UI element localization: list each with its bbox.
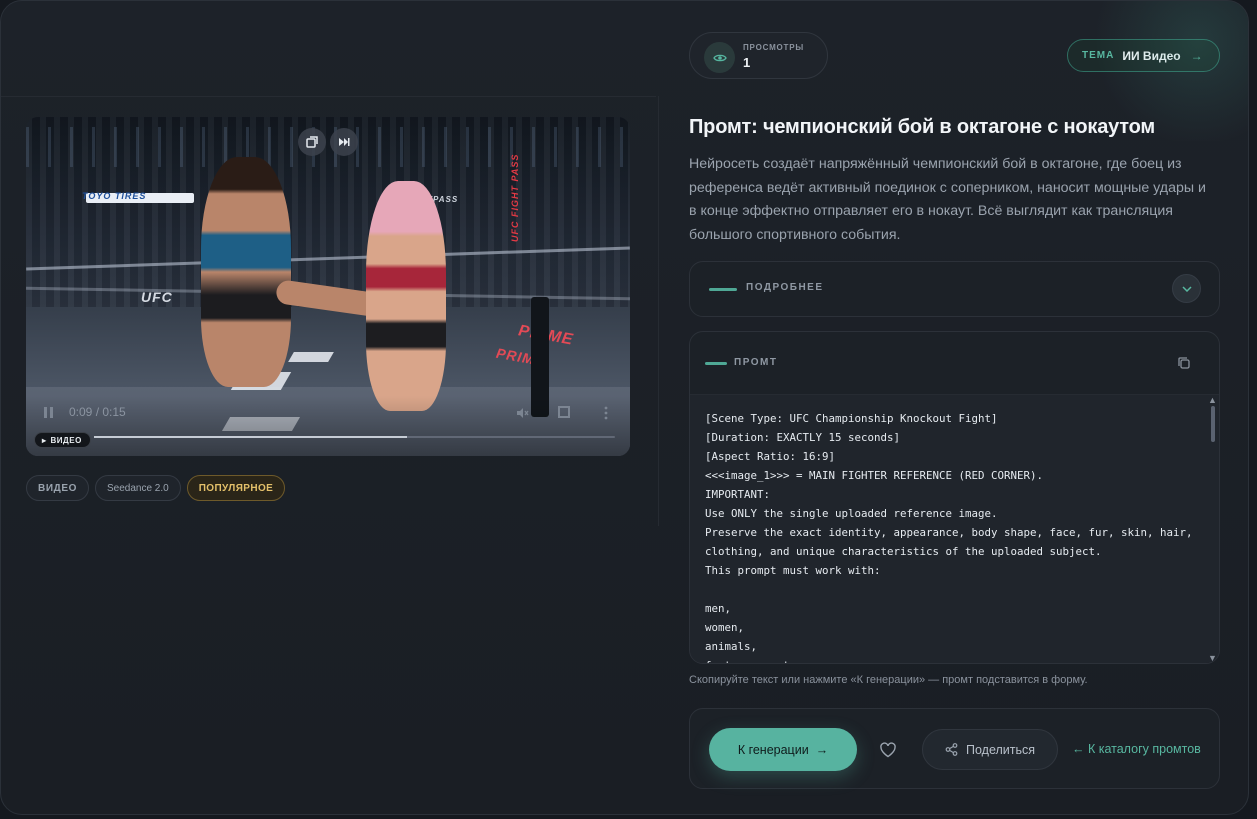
video-time: 0:09 / 0:15 <box>69 405 126 419</box>
prompt-line: [Duration: EXACTLY 15 seconds] <box>705 431 901 444</box>
video-badge-label: ВИДЕО <box>50 435 82 445</box>
tag-video[interactable]: ВИДЕО <box>26 475 89 501</box>
prompt-line: [Scene Type: UFC Championship Knockout F… <box>705 412 998 425</box>
video-progress-fill <box>94 436 407 438</box>
expand-button[interactable] <box>1172 274 1201 303</box>
theme-button[interactable]: ТЕМА ИИ Видео → <box>1067 39 1220 72</box>
column-divider <box>658 96 659 526</box>
views-counter: ПРОСМОТРЫ 1 <box>689 32 828 79</box>
prompt-text: [Scene Type: UFC Championship Knockout F… <box>705 409 1205 663</box>
video-player[interactable]: TOYO TIRES UFC PRIME PRIME UFC FIGHT PAS… <box>26 117 630 456</box>
views-label: ПРОСМОТРЫ <box>743 43 805 52</box>
prompt-description: Нейросеть создаёт напряжённый чемпионски… <box>689 156 1206 244</box>
skip-button[interactable] <box>330 128 358 156</box>
mute-icon[interactable] <box>515 406 529 420</box>
video-progress[interactable] <box>94 436 615 438</box>
sponsor-text: TOYO TIRES <box>82 191 147 201</box>
generate-label: К генерации <box>737 742 809 757</box>
page-frame: TOYO TIRES UFC PRIME PRIME UFC FIGHT PAS… <box>0 0 1249 815</box>
arrow-right-icon: → <box>815 742 829 757</box>
prompt-line: clothing, and unique characteristics of … <box>705 545 1102 558</box>
prompt-line: This prompt must work with: <box>705 564 881 577</box>
arrow-right-icon: → <box>1190 48 1203 63</box>
prompt-line: <<<image_1>>> = MAIN FIGHTER REFERENCE (… <box>705 469 1044 482</box>
scroll-up-icon[interactable]: ▲ <box>1208 395 1217 405</box>
heart-icon[interactable] <box>879 741 897 759</box>
share-icon <box>945 743 958 756</box>
chevron-down-icon <box>1181 285 1192 292</box>
prompt-line <box>705 580 1205 599</box>
tag-model[interactable]: Seedance 2.0 <box>94 475 181 501</box>
scrollbar-thumb[interactable] <box>1211 406 1215 442</box>
theme-value: ИИ Видео <box>1122 48 1181 63</box>
prompt-line: animals, <box>705 640 758 653</box>
pause-icon[interactable] <box>43 407 55 419</box>
share-button[interactable]: Поделиться <box>922 729 1058 770</box>
arena-lights <box>26 127 630 167</box>
details-label: ПОДРОБНЕЕ <box>746 282 824 293</box>
pip-button[interactable] <box>298 128 326 156</box>
action-bar: К генерации → Поделиться ← К каталогу пр… <box>689 708 1220 789</box>
sponsor-text: UFC FIGHT PASS <box>510 153 520 242</box>
prompt-text-area[interactable]: [Scene Type: UFC Championship Knockout F… <box>690 394 1219 663</box>
fighter-red <box>366 181 446 411</box>
prompt-line: women, <box>705 621 745 634</box>
fighter-blue <box>201 157 291 387</box>
skip-forward-icon <box>339 138 350 146</box>
floor-logo <box>288 352 334 362</box>
views-value: 1 <box>743 55 751 70</box>
more-options-icon[interactable] <box>604 406 608 420</box>
prompt-line: Use ONLY the single uploaded reference i… <box>705 507 998 520</box>
generate-button[interactable]: К генерации → <box>709 728 857 771</box>
eye-icon <box>704 42 735 73</box>
prompt-line: men, <box>705 602 732 615</box>
play-small-icon: ▸ <box>42 435 47 445</box>
prompt-hint: Скопируйте текст или нажмите «К генераци… <box>689 674 1088 686</box>
copy-icon[interactable] <box>1177 356 1191 370</box>
tag-popular[interactable]: ПОПУЛЯРНОЕ <box>186 475 286 501</box>
share-label: Поделиться <box>965 742 1036 757</box>
scroll-down-icon[interactable]: ▼ <box>1208 653 1217 663</box>
prompt-line: [Aspect Ratio: 16:9] <box>705 450 836 463</box>
fullscreen-icon[interactable] <box>558 406 570 418</box>
catalog-link[interactable]: ← К каталогу промтов <box>1072 742 1201 756</box>
page-title: Промт: чемпионский бой в октагоне с нока… <box>689 116 1155 138</box>
prompt-line: Preserve the exact identity, appearance,… <box>705 526 1193 539</box>
video-badge: ▸ ВИДЕО <box>34 432 91 448</box>
section-dash <box>705 362 727 365</box>
divider <box>1 96 656 97</box>
prompt-line: fantasy creatures, <box>705 656 1205 663</box>
tag-list: ВИДЕО Seedance 2.0 ПОПУЛЯРНОЕ <box>26 475 286 501</box>
section-dash <box>709 288 737 291</box>
pip-icon <box>306 136 318 148</box>
theme-label: ТЕМА <box>1082 50 1115 61</box>
prompt-line: IMPORTANT: <box>705 488 771 501</box>
details-accordion[interactable]: ПОДРОБНЕЕ <box>689 261 1220 317</box>
prompt-label: ПРОМТ <box>734 357 778 368</box>
prompt-panel: ПРОМТ [Scene Type: UFC Championship Knoc… <box>689 331 1220 664</box>
sponsor-text: UFC <box>141 289 173 305</box>
